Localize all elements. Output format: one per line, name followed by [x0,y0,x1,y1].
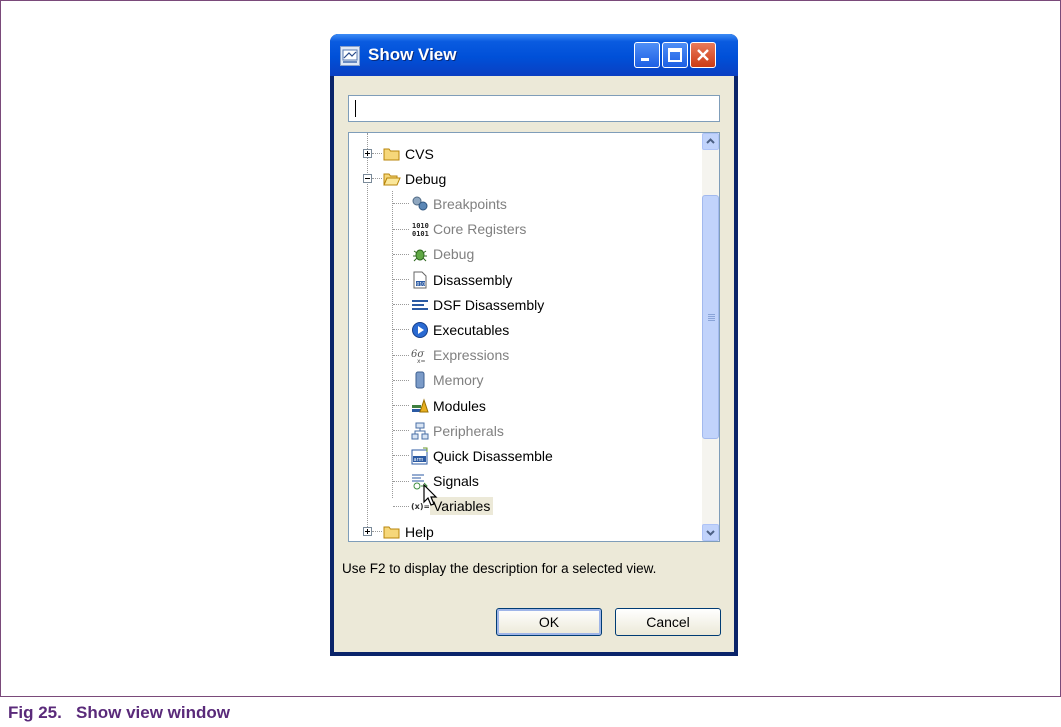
debug-bug-icon [411,245,429,263]
memory-icon [411,371,429,389]
search-input[interactable] [348,95,720,122]
tree-item-label: Memory [433,372,484,389]
tree-item-label: Peripherals [433,422,504,439]
tree-item-cvs[interactable]: CVS [383,141,434,166]
peripherals-icon [411,422,429,440]
tree-item-signals[interactable]: Signals [411,469,479,494]
folder-icon [383,523,401,541]
registers-icon: 1010 0101 [411,220,429,238]
tree-item-expressions[interactable]: 6σ x= Expressions [411,343,509,368]
expand-icon[interactable] [363,527,372,536]
ok-button[interactable]: OK [496,608,602,636]
modules-icon [411,397,429,415]
tree-item-dsf-disassembly[interactable]: DSF Disassembly [411,292,544,317]
tree-item-breakpoints[interactable]: Breakpoints [411,191,507,216]
vertical-scrollbar[interactable] [702,133,719,541]
tree-item-label: CVS [405,145,434,162]
scrollbar-thumb[interactable] [702,195,719,439]
figure-title: Show view window [76,703,230,722]
minimize-button[interactable] [634,42,660,68]
folder-icon [383,145,401,163]
chevron-up-icon [706,138,715,144]
dsf-disassembly-icon [411,296,429,314]
tree-item-label: Help [405,523,434,540]
description-hint: Use F2 to display the description for a … [342,561,657,576]
tree-item-peripherals[interactable]: Peripherals [411,418,504,443]
window-icon [340,46,360,66]
tree-item-memory[interactable]: Memory [411,368,484,393]
tree-item-debug[interactable]: Debug [411,242,474,267]
executables-icon [411,321,429,339]
tree-item-core-registers[interactable]: 1010 0101 Core Registers [411,217,526,242]
tree-item-label: Variables [430,497,494,516]
show-view-dialog: Show View CVS Debug Breakpoints 1010 010… [330,34,738,656]
tree-item-label: Core Registers [433,221,527,238]
tree-item-executables[interactable]: Executables [411,317,509,342]
caption-divider [0,696,1061,697]
expressions-icon: 6σ x= [411,346,429,364]
view-tree[interactable]: CVS Debug Breakpoints 1010 0101 Core Register… [348,132,720,542]
tree-item-label: Quick Disassemble [433,447,553,464]
tree-item-help[interactable]: Help [383,519,434,541]
quick-disassemble-icon: arm [411,447,429,465]
tree-item-debug[interactable]: Debug [383,166,446,191]
tree-item-disassembly[interactable]: 010 Disassembly [411,267,512,292]
disassembly-icon: 010 [411,271,429,289]
scroll-down-button[interactable] [702,524,719,541]
figure-number: Fig 25. [8,703,62,722]
svg-text:010: 010 [417,281,426,287]
tree-item-label: DSF Disassembly [433,296,545,313]
mouse-pointer-icon [423,483,439,512]
tree-item-label: Signals [433,473,479,490]
tree-item-label: Expressions [433,347,510,364]
caption-text: Fig 25. Show view window [8,703,230,723]
tree-item-label: Debug [405,170,447,187]
folder-open-icon [383,170,401,188]
tree-item-label: Breakpoints [433,195,507,212]
text-caret [355,100,356,117]
svg-text:arm: arm [414,457,424,463]
close-icon [697,49,709,61]
expand-icon[interactable] [363,149,372,158]
breakpoints-icon [411,195,429,213]
dialog-titlebar[interactable]: Show View [330,34,738,76]
close-button[interactable] [690,42,716,68]
collapse-icon[interactable] [363,174,372,184]
tree-item-quick-disassemble[interactable]: arm Quick Disassemble [411,443,553,468]
tree-item-label: Disassembly [433,271,513,288]
chevron-down-icon [706,530,715,536]
maximize-button[interactable] [662,42,688,68]
tree-item-label: Debug [433,246,475,263]
tree-item-label: Modules [433,397,486,414]
svg-text:x=: x= [417,358,426,364]
tree-item-label: Executables [433,321,510,338]
tree-item-modules[interactable]: Modules [411,393,486,418]
scroll-up-button[interactable] [702,133,719,150]
dialog-body: CVS Debug Breakpoints 1010 0101 Core Register… [334,76,734,652]
svg-text:1010: 1010 [412,222,429,230]
cancel-button[interactable]: Cancel [615,608,721,636]
dialog-title: Show View [368,45,457,64]
svg-text:0101: 0101 [412,230,429,238]
